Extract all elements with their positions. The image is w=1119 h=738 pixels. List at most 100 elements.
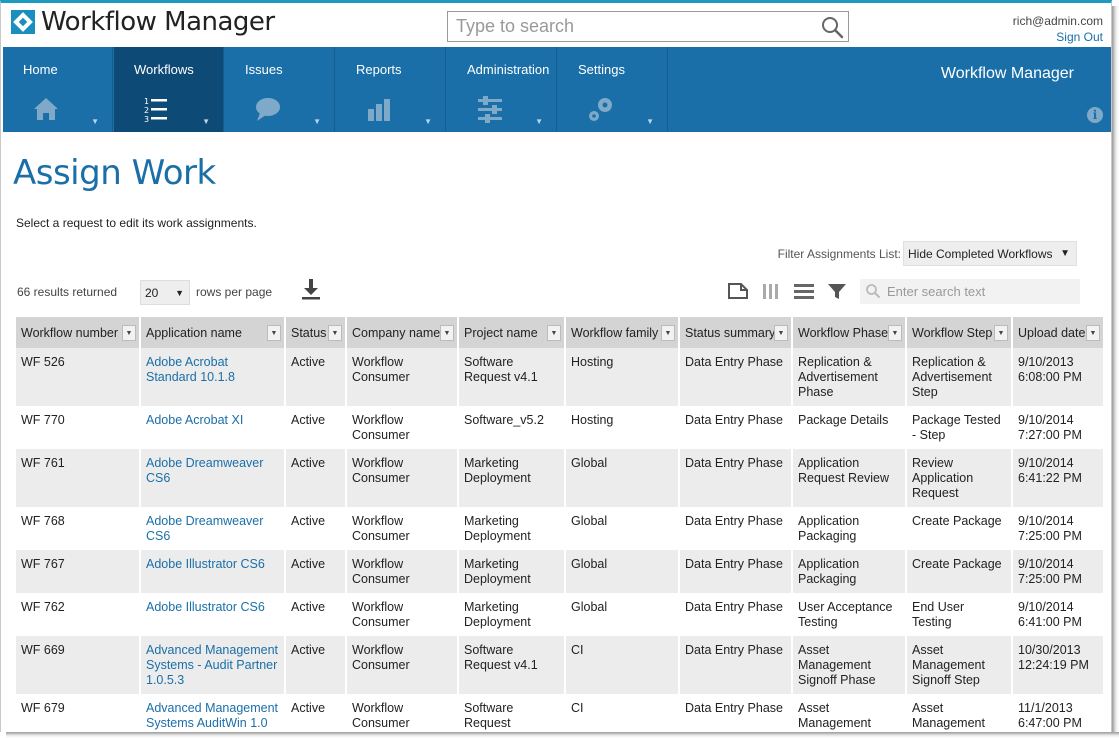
column-header[interactable]: Workflow number ▼ bbox=[16, 317, 141, 348]
table-row[interactable]: WF 770 Adobe Acrobat XI Active Workflow Con… bbox=[16, 406, 1105, 449]
column-header[interactable]: Upload date ▼ bbox=[1012, 317, 1105, 348]
sign-out-link[interactable]: Sign Out bbox=[1013, 29, 1103, 45]
table-cell-family: Global bbox=[565, 449, 680, 507]
nav-item-home[interactable]: Home ▼ bbox=[3, 47, 113, 132]
table-cell-phase: Application Packaging bbox=[792, 550, 907, 593]
nav-item-settings[interactable]: Settings ▼ bbox=[558, 47, 668, 132]
svg-text:2: 2 bbox=[144, 106, 149, 115]
column-header[interactable]: Status ▼ bbox=[285, 317, 347, 348]
table-cell-company: Workflow Consumer bbox=[346, 593, 459, 636]
workflow-list-icon: 1 2 3 bbox=[144, 97, 167, 123]
column-header[interactable]: Workflow Step ▼ bbox=[906, 317, 1013, 348]
chevron-down-icon[interactable]: ▼ bbox=[1086, 325, 1100, 341]
application-link[interactable]: Adobe Illustrator CS6 bbox=[146, 557, 265, 571]
table-cell-app: Adobe Acrobat XI bbox=[140, 406, 286, 449]
download-icon[interactable] bbox=[300, 278, 322, 300]
rows-per-page-label: rows per page bbox=[196, 285, 273, 299]
filter-assignments-select[interactable]: Hide Completed Workflows ▼ bbox=[903, 241, 1077, 266]
bar-chart-icon bbox=[368, 99, 390, 121]
search-icon[interactable] bbox=[820, 15, 844, 39]
table-cell-status: Active bbox=[285, 507, 347, 550]
table-row[interactable]: WF 762 Adobe Illustrator CS6 Active Workflo… bbox=[16, 593, 1105, 636]
table-cell-family: Hosting bbox=[565, 348, 680, 406]
table-cell-summary: Data Entry Phase bbox=[679, 550, 793, 593]
chevron-down-icon[interactable]: ▼ bbox=[328, 325, 342, 341]
chevron-down-icon[interactable]: ▼ bbox=[547, 325, 561, 341]
rows-per-page-select[interactable]: 20 ▼ bbox=[140, 280, 190, 305]
table-cell-status: Active bbox=[285, 550, 347, 593]
column-header-label: Workflow number bbox=[21, 325, 119, 340]
table-cell-date: 9/10/2014 6:41:00 PM bbox=[1012, 593, 1105, 636]
column-header[interactable]: Workflow family ▼ bbox=[565, 317, 680, 348]
table-cell-project: Software Request v4.1 bbox=[458, 636, 566, 694]
column-header[interactable]: Application name ▼ bbox=[140, 317, 286, 348]
table-cell-step: Create Package bbox=[906, 507, 1013, 550]
table-row[interactable]: WF 767 Adobe Illustrator CS6 Active Workflo… bbox=[16, 550, 1105, 593]
application-link[interactable]: Adobe Dreamweaver CS6 bbox=[146, 456, 263, 485]
rows-icon[interactable] bbox=[793, 281, 815, 301]
table-cell-step: End User Testing bbox=[906, 593, 1013, 636]
nav-label: Settings bbox=[578, 62, 625, 77]
column-header-label: Workflow Step bbox=[912, 325, 993, 340]
application-link[interactable]: Advanced Management Systems AuditWin 1.0 bbox=[146, 701, 278, 730]
chevron-down-icon: ▼ bbox=[91, 117, 99, 126]
chevron-down-icon[interactable]: ▼ bbox=[888, 325, 902, 341]
table-row[interactable]: WF 526 Adobe Acrobat Standard 10.1.8 Activ… bbox=[16, 348, 1105, 406]
window-shadow bbox=[1112, 6, 1119, 738]
table-cell-number: WF 526 bbox=[16, 348, 141, 406]
chevron-down-icon[interactable]: ▼ bbox=[122, 325, 136, 341]
nav-item-administration[interactable]: Administration ▼ bbox=[447, 47, 557, 132]
chevron-down-icon[interactable]: ▼ bbox=[774, 325, 788, 341]
application-link[interactable]: Advanced Management Systems - Audit Part… bbox=[146, 643, 278, 687]
export-sheet-icon[interactable] bbox=[727, 281, 749, 301]
filter-assignments: Filter Assignments List: Hide Completed … bbox=[778, 241, 1077, 266]
nav-item-reports[interactable]: Reports ▼ bbox=[336, 47, 446, 132]
table-cell-family: Global bbox=[565, 550, 680, 593]
info-icon[interactable]: i bbox=[1087, 107, 1103, 123]
application-link[interactable]: Adobe Illustrator CS6 bbox=[146, 600, 265, 614]
table-row[interactable]: WF 669 Advanced Management Systems - Audi… bbox=[16, 636, 1105, 694]
grid-search-input[interactable] bbox=[887, 279, 1077, 304]
column-header[interactable]: Project name ▼ bbox=[458, 317, 566, 348]
nav-item-issues[interactable]: Issues ▼ bbox=[225, 47, 335, 132]
table-cell-date: 9/10/2013 6:08:00 PM bbox=[1012, 348, 1105, 406]
results-count: 66 results returned bbox=[17, 285, 118, 299]
chevron-down-icon: ▼ bbox=[202, 117, 210, 126]
svg-text:1: 1 bbox=[144, 97, 149, 106]
columns-icon[interactable] bbox=[760, 281, 782, 301]
table-cell-status: Active bbox=[285, 636, 347, 694]
chevron-down-icon[interactable]: ▼ bbox=[994, 325, 1008, 341]
column-header[interactable]: Company name ▼ bbox=[346, 317, 459, 348]
chevron-down-icon: ▼ bbox=[313, 117, 321, 126]
nav-label: Workflows bbox=[134, 62, 194, 77]
table-cell-number: WF 768 bbox=[16, 507, 141, 550]
chevron-down-icon[interactable]: ▼ bbox=[267, 325, 281, 341]
nav-item-workflows[interactable]: Workflows 1 2 3 ▼ bbox=[114, 47, 224, 132]
nav-label: Administration bbox=[467, 62, 550, 77]
app-logo[interactable]: Workflow Manager bbox=[11, 9, 275, 35]
table-cell-status: Active bbox=[285, 449, 347, 507]
table-row[interactable]: WF 761 Adobe Dreamweaver CS6 Active Workflo… bbox=[16, 449, 1105, 507]
table-cell-app: Adobe Illustrator CS6 bbox=[140, 593, 286, 636]
filter-icon[interactable] bbox=[826, 281, 848, 301]
user-email: rich@admin.com bbox=[1012, 14, 1103, 28]
table-row[interactable]: WF 768 Adobe Dreamweaver CS6 Active Workflo… bbox=[16, 507, 1105, 550]
table-cell-summary: Data Entry Phase bbox=[679, 406, 793, 449]
chevron-down-icon: ▼ bbox=[175, 288, 184, 298]
table-cell-company: Workflow Consumer bbox=[346, 507, 459, 550]
app-title: Workflow Manager bbox=[41, 7, 275, 37]
application-link[interactable]: Adobe Dreamweaver CS6 bbox=[146, 514, 263, 543]
search-icon bbox=[866, 284, 881, 299]
column-header[interactable]: Workflow Phase ▼ bbox=[792, 317, 907, 348]
table-cell-summary: Data Entry Phase bbox=[679, 507, 793, 550]
chevron-down-icon[interactable]: ▼ bbox=[440, 325, 454, 341]
chevron-down-icon[interactable]: ▼ bbox=[661, 325, 675, 341]
table-cell-step: Asset Management bbox=[906, 694, 1013, 732]
table-cell-summary: Data Entry Phase bbox=[679, 636, 793, 694]
column-header[interactable]: Status summary ▼ bbox=[679, 317, 793, 348]
application-link[interactable]: Adobe Acrobat Standard 10.1.8 bbox=[146, 355, 235, 384]
table-cell-app: Adobe Dreamweaver CS6 bbox=[140, 449, 286, 507]
global-search-input[interactable] bbox=[448, 12, 808, 41]
table-row[interactable]: WF 679 Advanced Management Systems AuditW… bbox=[16, 694, 1105, 732]
application-link[interactable]: Adobe Acrobat XI bbox=[146, 413, 243, 427]
